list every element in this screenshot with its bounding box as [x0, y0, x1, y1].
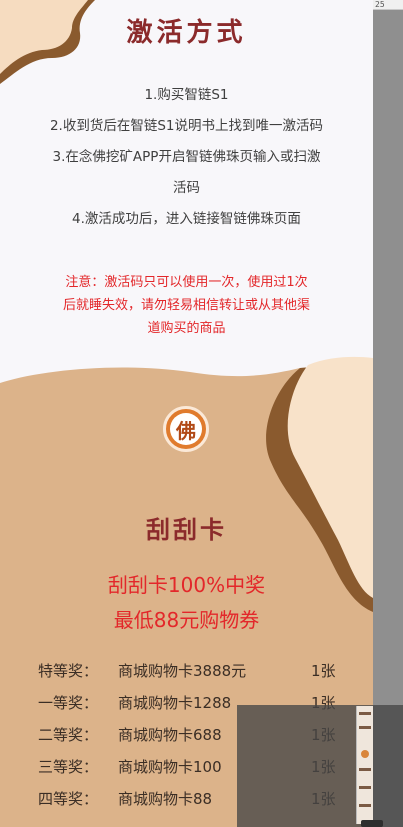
- promo-line: 刮刮卡100%中奖: [107, 573, 266, 597]
- scratch-card-promo: 刮刮卡100%中奖 最低88元购物券: [0, 568, 373, 638]
- prize-level: 特等奖：: [38, 662, 99, 680]
- logo-glyph: 佛: [170, 413, 202, 445]
- scrollbar-handle[interactable]: [361, 820, 383, 827]
- activation-notice: 注意：激活码只可以使用一次，使用过1次 后就睡失效，请勿轻易相信转让或从其他渠 …: [28, 271, 345, 340]
- prize-qty: 1张: [311, 662, 336, 680]
- thumb-bar: [359, 712, 371, 715]
- buddha-logo-icon: 佛: [163, 406, 209, 452]
- promo-line: 最低88元购物券: [113, 608, 260, 632]
- prize-level: 四等奖：: [38, 790, 99, 808]
- poster-page: 激活方式 1.购买智链S1 2.收到货后在智链S1说明书上找到唯一激活码 3.在…: [0, 0, 373, 827]
- prize-item: 商城购物卡3888元: [118, 662, 247, 680]
- notice-line: 道购买的商品: [147, 321, 226, 336]
- prize-item: 商城购物卡88: [118, 790, 213, 808]
- step-line: 3.在念佛挖矿APP开启智链佛珠页输入或扫激: [52, 149, 321, 165]
- thumb-logo: [361, 750, 369, 758]
- ruler-mark: 25: [375, 0, 385, 9]
- notice-line: 后就睡失效，请勿轻易相信转让或从其他渠: [62, 298, 310, 313]
- prize-level: 一等奖：: [38, 694, 99, 712]
- editor-sidebar: [373, 0, 403, 827]
- scratch-card-title: 刮刮卡: [146, 515, 227, 544]
- prize-level: 三等奖：: [38, 758, 99, 776]
- prize-row: 特等奖： 商城购物卡3888元 1张: [0, 660, 373, 692]
- prize-item: 商城购物卡100: [118, 758, 222, 776]
- ruler: 25: [373, 0, 403, 10]
- step-line: 2.收到货后在智链S1说明书上找到唯一激活码: [49, 118, 324, 134]
- activation-steps: 1.购买智链S1 2.收到货后在智链S1说明书上找到唯一激活码 3.在念佛挖矿A…: [10, 80, 363, 235]
- notice-line: 注意：激活码只可以使用一次，使用过1次: [65, 275, 308, 290]
- step-line: 4.激活成功后，进入链接智链佛珠页面: [72, 211, 301, 227]
- prize-item: 商城购物卡1288: [118, 694, 232, 712]
- page-thumbnail[interactable]: [356, 706, 373, 824]
- prize-level: 二等奖：: [38, 726, 99, 744]
- thumb-bar: [359, 804, 371, 807]
- prize-item: 商城购物卡688: [118, 726, 222, 744]
- thumb-bar: [359, 786, 371, 789]
- thumbnail-overlay[interactable]: [237, 705, 403, 827]
- thumb-bar: [359, 768, 371, 771]
- thumb-bar: [359, 726, 371, 729]
- step-line: 1.购买智链S1: [144, 87, 229, 103]
- step-line: 活码: [173, 180, 200, 196]
- activation-title: 激活方式: [126, 18, 247, 48]
